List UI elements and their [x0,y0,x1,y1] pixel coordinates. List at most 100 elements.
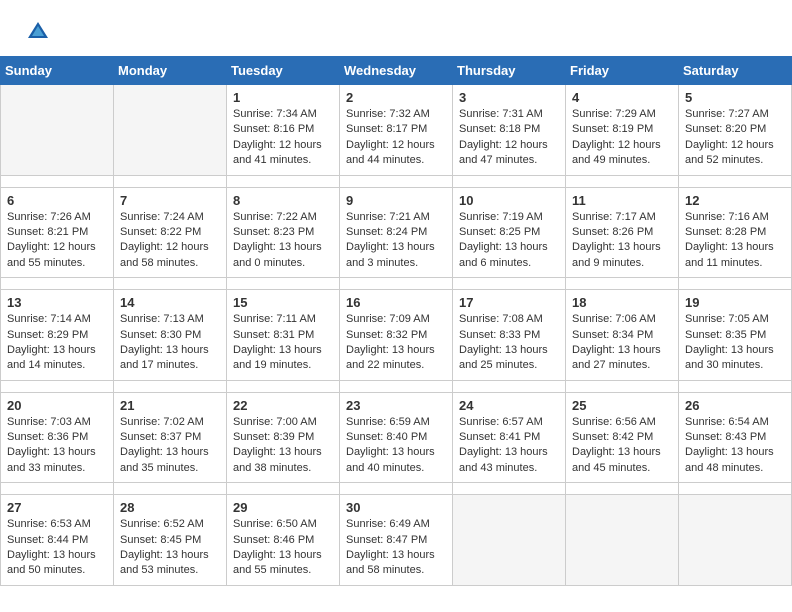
sunrise-label: Sunrise: 6:49 AM [346,518,430,530]
sunrise-label: Sunrise: 7:24 AM [120,211,204,223]
day-number: 29 [233,500,334,515]
day-number: 20 [7,398,108,413]
sunset-label: Sunset: 8:22 PM [120,226,201,238]
separator-cell [566,483,679,495]
day-info: Sunrise: 7:19 AM Sunset: 8:25 PM Dayligh… [459,210,560,272]
separator-cell [679,175,792,187]
day-number: 4 [572,90,673,105]
day-info: Sunrise: 7:27 AM Sunset: 8:20 PM Dayligh… [685,107,786,169]
daylight-label: Daylight: 12 hours and 49 minutes. [572,139,661,166]
day-number: 1 [233,90,334,105]
calendar-day-cell: 1 Sunrise: 7:34 AM Sunset: 8:16 PM Dayli… [227,85,340,176]
page-header [0,0,792,56]
sunset-label: Sunset: 8:36 PM [7,431,88,443]
separator-cell [1,483,114,495]
day-number: 16 [346,295,447,310]
calendar-day-cell: 18 Sunrise: 7:06 AM Sunset: 8:34 PM Dayl… [566,290,679,381]
day-number: 23 [346,398,447,413]
calendar-day-cell [1,85,114,176]
day-info: Sunrise: 7:22 AM Sunset: 8:23 PM Dayligh… [233,210,334,272]
day-number: 26 [685,398,786,413]
separator-cell [227,483,340,495]
day-info: Sunrise: 6:53 AM Sunset: 8:44 PM Dayligh… [7,517,108,579]
separator-cell [679,278,792,290]
daylight-label: Daylight: 13 hours and 11 minutes. [685,241,774,268]
sunset-label: Sunset: 8:21 PM [7,226,88,238]
calendar-day-cell: 21 Sunrise: 7:02 AM Sunset: 8:37 PM Dayl… [114,392,227,483]
sunset-label: Sunset: 8:16 PM [233,123,314,135]
calendar-day-cell: 12 Sunrise: 7:16 AM Sunset: 8:28 PM Dayl… [679,187,792,278]
day-info: Sunrise: 7:31 AM Sunset: 8:18 PM Dayligh… [459,107,560,169]
separator-cell [1,175,114,187]
sunset-label: Sunset: 8:25 PM [459,226,540,238]
sunset-label: Sunset: 8:34 PM [572,329,653,341]
sunset-label: Sunset: 8:46 PM [233,534,314,546]
day-info: Sunrise: 7:17 AM Sunset: 8:26 PM Dayligh… [572,210,673,272]
daylight-label: Daylight: 12 hours and 55 minutes. [7,241,96,268]
separator-cell [453,278,566,290]
weekday-header: Wednesday [340,57,453,85]
day-info: Sunrise: 7:26 AM Sunset: 8:21 PM Dayligh… [7,210,108,272]
weekday-header: Saturday [679,57,792,85]
calendar-day-cell: 5 Sunrise: 7:27 AM Sunset: 8:20 PM Dayli… [679,85,792,176]
calendar-week-row: 13 Sunrise: 7:14 AM Sunset: 8:29 PM Dayl… [1,290,792,381]
calendar-day-cell: 22 Sunrise: 7:00 AM Sunset: 8:39 PM Dayl… [227,392,340,483]
sunrise-label: Sunrise: 6:54 AM [685,416,769,428]
daylight-label: Daylight: 13 hours and 55 minutes. [233,549,322,576]
day-number: 21 [120,398,221,413]
day-info: Sunrise: 7:09 AM Sunset: 8:32 PM Dayligh… [346,312,447,374]
sunrise-label: Sunrise: 7:03 AM [7,416,91,428]
calendar-day-cell: 20 Sunrise: 7:03 AM Sunset: 8:36 PM Dayl… [1,392,114,483]
calendar-day-cell: 2 Sunrise: 7:32 AM Sunset: 8:17 PM Dayli… [340,85,453,176]
day-info: Sunrise: 6:52 AM Sunset: 8:45 PM Dayligh… [120,517,221,579]
daylight-label: Daylight: 13 hours and 17 minutes. [120,344,209,371]
sunset-label: Sunset: 8:31 PM [233,329,314,341]
daylight-label: Daylight: 13 hours and 6 minutes. [459,241,548,268]
day-number: 14 [120,295,221,310]
daylight-label: Daylight: 12 hours and 41 minutes. [233,139,322,166]
weekday-header-row: SundayMondayTuesdayWednesdayThursdayFrid… [1,57,792,85]
daylight-label: Daylight: 13 hours and 30 minutes. [685,344,774,371]
calendar-day-cell: 16 Sunrise: 7:09 AM Sunset: 8:32 PM Dayl… [340,290,453,381]
day-info: Sunrise: 7:13 AM Sunset: 8:30 PM Dayligh… [120,312,221,374]
sunrise-label: Sunrise: 7:06 AM [572,313,656,325]
daylight-label: Daylight: 13 hours and 43 minutes. [459,446,548,473]
calendar-week-row: 27 Sunrise: 6:53 AM Sunset: 8:44 PM Dayl… [1,495,792,586]
day-info: Sunrise: 7:32 AM Sunset: 8:17 PM Dayligh… [346,107,447,169]
sunrise-label: Sunrise: 7:17 AM [572,211,656,223]
separator-cell [566,278,679,290]
sunrise-label: Sunrise: 6:50 AM [233,518,317,530]
calendar-day-cell: 7 Sunrise: 7:24 AM Sunset: 8:22 PM Dayli… [114,187,227,278]
calendar-day-cell: 30 Sunrise: 6:49 AM Sunset: 8:47 PM Dayl… [340,495,453,586]
day-number: 11 [572,193,673,208]
calendar-week-row: 6 Sunrise: 7:26 AM Sunset: 8:21 PM Dayli… [1,187,792,278]
day-info: Sunrise: 6:56 AM Sunset: 8:42 PM Dayligh… [572,415,673,477]
daylight-label: Daylight: 13 hours and 45 minutes. [572,446,661,473]
daylight-label: Daylight: 13 hours and 9 minutes. [572,241,661,268]
sunset-label: Sunset: 8:33 PM [459,329,540,341]
calendar-day-cell: 25 Sunrise: 6:56 AM Sunset: 8:42 PM Dayl… [566,392,679,483]
sunrise-label: Sunrise: 6:53 AM [7,518,91,530]
day-number: 22 [233,398,334,413]
calendar-day-cell: 14 Sunrise: 7:13 AM Sunset: 8:30 PM Dayl… [114,290,227,381]
week-separator-row [1,278,792,290]
sunset-label: Sunset: 8:45 PM [120,534,201,546]
daylight-label: Daylight: 12 hours and 44 minutes. [346,139,435,166]
daylight-label: Daylight: 12 hours and 58 minutes. [120,241,209,268]
daylight-label: Daylight: 13 hours and 27 minutes. [572,344,661,371]
sunset-label: Sunset: 8:20 PM [685,123,766,135]
sunrise-label: Sunrise: 7:00 AM [233,416,317,428]
day-info: Sunrise: 7:14 AM Sunset: 8:29 PM Dayligh… [7,312,108,374]
daylight-label: Daylight: 13 hours and 38 minutes. [233,446,322,473]
separator-cell [114,278,227,290]
week-separator-row [1,175,792,187]
calendar-day-cell: 11 Sunrise: 7:17 AM Sunset: 8:26 PM Dayl… [566,187,679,278]
day-info: Sunrise: 6:50 AM Sunset: 8:46 PM Dayligh… [233,517,334,579]
daylight-label: Daylight: 13 hours and 19 minutes. [233,344,322,371]
daylight-label: Daylight: 13 hours and 53 minutes. [120,549,209,576]
sunset-label: Sunset: 8:43 PM [685,431,766,443]
sunset-label: Sunset: 8:17 PM [346,123,427,135]
sunrise-label: Sunrise: 7:21 AM [346,211,430,223]
calendar-day-cell: 28 Sunrise: 6:52 AM Sunset: 8:45 PM Dayl… [114,495,227,586]
day-number: 25 [572,398,673,413]
